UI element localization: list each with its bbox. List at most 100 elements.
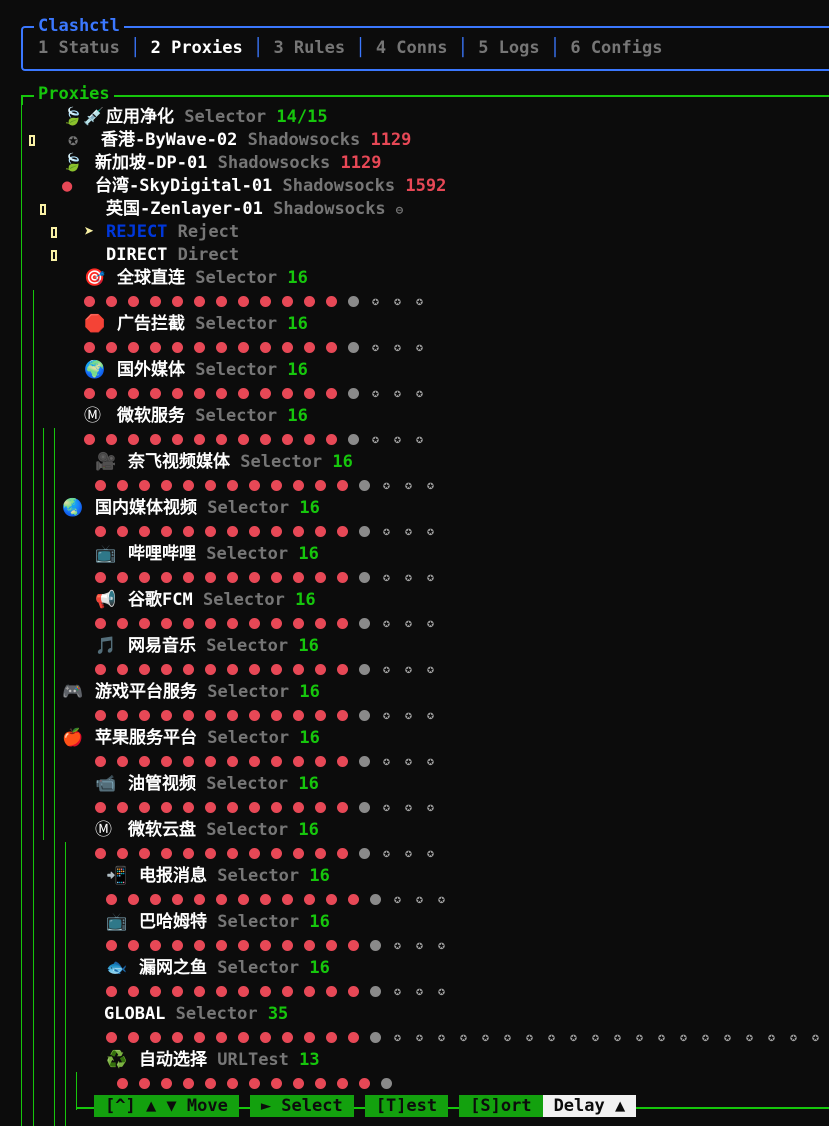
- proxy-item[interactable]: 🍃 新加坡-DP-01 Shadowsocks 1129: [62, 152, 381, 175]
- latency-dot-ok: [271, 802, 282, 813]
- proxy-group-header[interactable]: Ⓜ 微软云盘 Selector 16: [95, 819, 319, 842]
- proxy-group-header[interactable]: 📺 巴哈姆特 Selector 16: [106, 911, 330, 934]
- latency-dot-untested: ✪: [415, 432, 424, 446]
- proxy-item[interactable]: DIRECT Direct: [84, 244, 239, 267]
- proxy-group-header[interactable]: 📹 油管视频 Selector 16: [95, 773, 319, 796]
- latency-dot-untested: ✪: [723, 1030, 732, 1044]
- proxy-group-header[interactable]: Ⓜ 微软服务 Selector 16: [84, 405, 308, 428]
- proxy-group-header[interactable]: 🍎 苹果服务平台 Selector 16: [62, 727, 320, 750]
- proxy-group-header[interactable]: 🌏 国内媒体视频 Selector 16: [62, 497, 320, 520]
- latency-dot-ok: [205, 1077, 216, 1089]
- tab-status[interactable]: 1 Status: [38, 37, 120, 60]
- latency-dot-ok: [194, 894, 205, 905]
- proxy-group-header[interactable]: 📢 谷歌FCM Selector 16: [95, 589, 316, 612]
- latency-dots: ✪ ✪ ✪: [106, 980, 458, 1004]
- move-key-hint[interactable]: [^] ▲ ▼ Move: [94, 1095, 239, 1117]
- tab-proxies[interactable]: 2 Proxies: [151, 37, 243, 60]
- latency-dot-ok: [315, 756, 326, 767]
- latency-dot-ok: [139, 802, 150, 813]
- group-type: Selector: [217, 958, 300, 978]
- latency-dots: ✪ ✪ ✪: [84, 290, 436, 314]
- sort-mode-indicator[interactable]: Delay ▲: [542, 1095, 637, 1117]
- latency-dot-ok: [84, 296, 95, 307]
- latency-dot-ok: [227, 664, 238, 675]
- group-icon: 📢: [95, 590, 117, 610]
- group-name: 哔哩哔哩: [128, 544, 196, 564]
- group-icon: 📲: [106, 866, 128, 886]
- group-icon: 🍎: [62, 728, 84, 748]
- latency-dot-ok: [95, 756, 106, 767]
- latency-dot-untested: ✪: [382, 846, 391, 860]
- tree-guide-line: [76, 1072, 77, 1110]
- latency-dot-ok: [183, 618, 194, 629]
- proxy-item[interactable]: 英国-Zenlayer-01 Shadowsocks ⊖: [84, 198, 403, 221]
- proxy-group-header[interactable]: 📺 哔哩哔哩 Selector 16: [95, 543, 319, 566]
- latency-dot-ok: [293, 572, 304, 583]
- latency-dot-ok: [304, 296, 315, 307]
- latency-dot-ok: [139, 618, 150, 629]
- proxy-group-header[interactable]: 🌍 国外媒体 Selector 16: [84, 359, 308, 382]
- proxy-type: Shadowsocks: [247, 130, 361, 150]
- tab-conns[interactable]: 4 Conns: [376, 37, 448, 60]
- proxy-group-header[interactable]: 🎯 全球直连 Selector 16: [84, 267, 308, 290]
- proxy-group-header[interactable]: 🐟 漏网之鱼 Selector 16: [106, 957, 330, 980]
- select-key-hint[interactable]: ► Select: [249, 1095, 354, 1117]
- panel-border: [21, 95, 829, 97]
- latency-dot-ok: [205, 526, 216, 537]
- proxy-icon: ✪: [68, 130, 79, 150]
- group-count: 16: [299, 498, 320, 518]
- latency-dot-ok: [161, 710, 172, 721]
- latency-dot-ok: [271, 526, 282, 537]
- group-type: Selector: [195, 406, 278, 426]
- proxy-item[interactable]: ➤ REJECT Reject: [84, 221, 239, 244]
- latency-dot-ok: [249, 618, 260, 629]
- selection-marker: [29, 135, 35, 146]
- proxy-group-header[interactable]: 🎥 奈飞视频媒体 Selector 16: [95, 451, 353, 474]
- latency-dot-ok: [139, 710, 150, 721]
- latency-dot-ok: [161, 572, 172, 583]
- tab-configs[interactable]: 6 Configs: [570, 37, 662, 60]
- group-type: URLTest: [217, 1050, 289, 1070]
- group-name: 电报消息: [139, 866, 207, 886]
- tab-separator: │: [345, 38, 376, 58]
- proxy-item[interactable]: ✪ 香港-ByWave-02 Shadowsocks 1129: [62, 129, 411, 152]
- proxy-group-header[interactable]: 🎵 网易音乐 Selector 16: [95, 635, 319, 658]
- latency-dot-ok: [139, 572, 150, 583]
- latency-dot-ok: [315, 710, 326, 721]
- latency-dot-ok: [161, 526, 172, 537]
- latency-dot-ok: [260, 342, 271, 353]
- sort-key-hint[interactable]: [S]ort: [459, 1095, 543, 1117]
- tree-guide-line: [43, 428, 44, 840]
- proxy-group-header[interactable]: 🍃💉应用净化 Selector 14/15: [62, 106, 328, 129]
- latency-dot-ok: [194, 1032, 205, 1043]
- latency-dot-ok: [106, 1032, 117, 1043]
- latency-dot-ok: [249, 526, 260, 537]
- latency-dot-untested: ✪: [481, 1030, 490, 1044]
- latency-dot-ok: [260, 986, 271, 997]
- latency-dot-ok: [194, 388, 205, 399]
- latency-dot-untested: ✪: [371, 386, 380, 400]
- proxy-item[interactable]: ● 台湾-SkyDigital-01 Shadowsocks 1592: [62, 175, 446, 198]
- latency-dot-untested: ✪: [404, 662, 413, 676]
- tab-logs[interactable]: 5 Logs: [478, 37, 539, 60]
- latency-dot-ok: [117, 756, 128, 767]
- latency-dot-ok: [238, 296, 249, 307]
- proxy-group-header[interactable]: ♻️ 自动选择 URLTest 13: [106, 1049, 320, 1072]
- tab-rules[interactable]: 3 Rules: [273, 37, 345, 60]
- test-key-hint[interactable]: [T]est: [364, 1095, 449, 1117]
- proxy-group-header[interactable]: 🎮 游戏平台服务 Selector 16: [62, 681, 320, 704]
- latency-dots: ✪ ✪ ✪: [95, 566, 447, 590]
- proxy-group-header[interactable]: 🛑 广告拦截 Selector 16: [84, 313, 308, 336]
- latency-dot-ok: [326, 434, 337, 445]
- latency-dots: ✪ ✪ ✪: [84, 382, 436, 406]
- latency-dot-untested: ✪: [426, 662, 435, 676]
- latency-dot-ok: [172, 342, 183, 353]
- group-type: Selector: [195, 314, 278, 334]
- latency-dot-untested: ✪: [569, 1030, 578, 1044]
- latency-dot-ok: [238, 894, 249, 905]
- proxy-group-header[interactable]: GLOBAL Selector 35: [104, 1003, 288, 1026]
- proxy-group-header[interactable]: 📲 电报消息 Selector 16: [106, 865, 330, 888]
- group-count: 16: [309, 958, 330, 978]
- latency-dot-ok: [95, 480, 106, 491]
- latency-dot-untested: ✪: [767, 1030, 776, 1044]
